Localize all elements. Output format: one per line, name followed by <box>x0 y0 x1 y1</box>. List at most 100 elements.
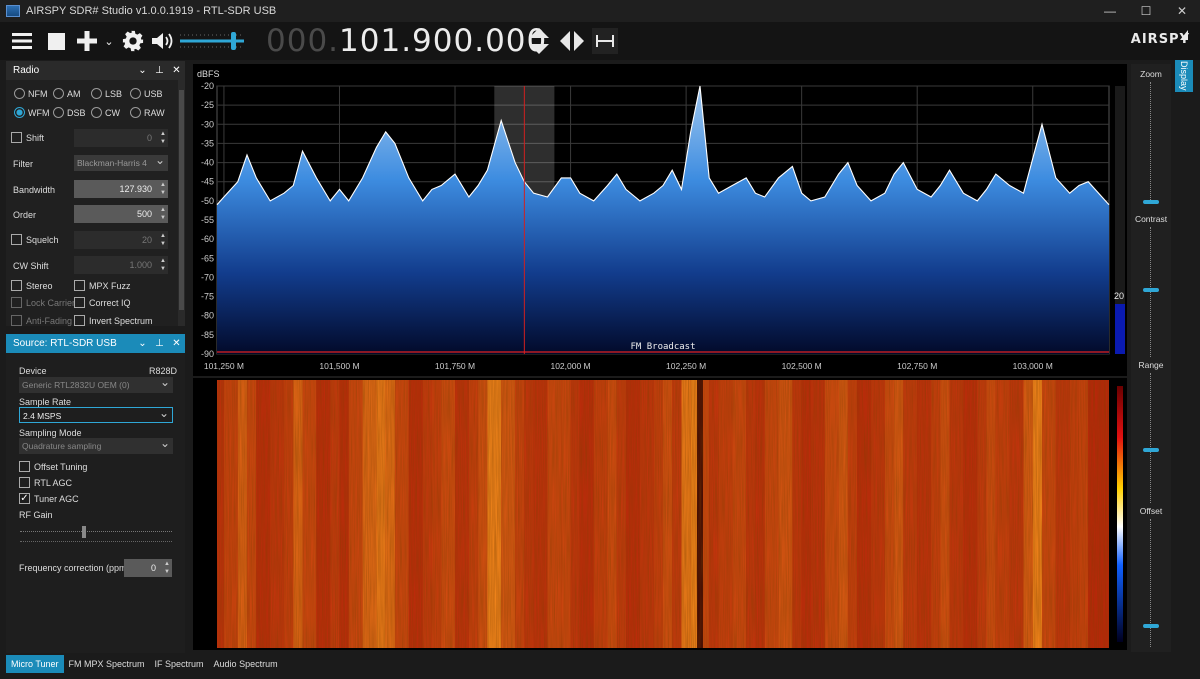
tab-if-spectrum[interactable]: IF Spectrum <box>150 655 209 673</box>
mode-wfm[interactable]: WFM <box>14 107 50 118</box>
rf-gain-label: RF Gain <box>19 510 53 520</box>
pin-icon[interactable]: ⊥ <box>151 338 168 349</box>
y-tick-label: -20 <box>201 81 214 91</box>
x-tick-label: 101,250 M <box>204 361 244 371</box>
y-tick-label: -75 <box>201 292 214 302</box>
volume-slider[interactable] <box>178 22 248 60</box>
x-axis-ticks: 101,250 M 101,500 M 101,750 M 102,000 M 102,… <box>204 361 1053 371</box>
mode-cw[interactable]: CW <box>91 107 120 118</box>
contrast-slider-track[interactable] <box>1150 227 1152 357</box>
radio-panel: NFM AM LSB USB WFM DSB CW RAW Shift 0 Fi… <box>6 80 185 326</box>
x-tick-label: 102,500 M <box>782 361 822 371</box>
zoom-slider-track[interactable] <box>1150 82 1152 202</box>
frequency-digits-inactive[interactable]: 000. <box>266 23 339 59</box>
stereo-checkbox[interactable]: Stereo <box>11 280 53 291</box>
band-plan-label: FM Broadcast <box>630 342 695 352</box>
lock-carrier-checkbox[interactable]: Lock Carrier <box>11 297 75 308</box>
mode-raw[interactable]: RAW <box>130 107 165 118</box>
order-label: Order <box>13 210 37 220</box>
x-tick-label: 102,750 M <box>897 361 937 371</box>
frequency-step-updown-icon[interactable] <box>528 27 550 55</box>
contrast-slider-thumb[interactable] <box>1143 288 1159 292</box>
display-controls: Zoom Contrast Range Offset <box>1131 64 1171 652</box>
freq-correction-label: Frequency correction (ppm) <box>19 563 130 573</box>
squelch-checkbox[interactable]: Squelch <box>11 234 59 245</box>
rtl-agc-checkbox[interactable]: RTL AGC <box>19 477 72 488</box>
freq-correction-input[interactable]: 0 <box>124 559 172 577</box>
device-label: Device <box>19 366 47 376</box>
waterfall-display[interactable] <box>193 378 1127 650</box>
pin-icon[interactable]: ⊥ <box>151 65 168 76</box>
chevron-down-icon[interactable]: ⌄ <box>134 338 151 349</box>
shift-input[interactable]: 0 <box>74 129 168 147</box>
stop-button[interactable] <box>40 22 72 60</box>
tab-fm-mpx-spectrum[interactable]: FM MPX Spectrum <box>64 655 150 673</box>
plus-icon <box>77 31 97 51</box>
maximize-button[interactable]: ☐ <box>1128 0 1164 22</box>
anti-fading-checkbox[interactable]: Anti-Fading <box>11 315 72 326</box>
shift-checkbox[interactable]: Shift <box>11 132 44 143</box>
bandwidth-input[interactable]: 127.930 <box>74 180 168 198</box>
frequency-display[interactable]: 000. 101.900.000 <box>266 22 547 60</box>
y-tick-label: -50 <box>201 196 214 206</box>
add-dropdown-button[interactable]: ⌄ <box>102 22 116 60</box>
range-label: Range <box>1138 360 1164 370</box>
y-tick-label: -25 <box>201 100 214 110</box>
tab-audio-spectrum[interactable]: Audio Spectrum <box>209 655 283 673</box>
x-tick-label: 102,000 M <box>550 361 590 371</box>
tab-micro-tuner[interactable]: Micro Tuner <box>6 655 64 673</box>
offset-label: Offset <box>1139 506 1163 516</box>
chevron-down-icon[interactable]: ⌄ <box>134 65 151 76</box>
mode-dsb[interactable]: DSB <box>53 107 86 118</box>
chevron-down-icon: ⌄ <box>104 35 114 48</box>
mode-am[interactable]: AM <box>53 88 81 99</box>
tuning-mode-leftright-icon[interactable] <box>559 30 585 52</box>
mpx-fuzz-checkbox[interactable]: MPX Fuzz <box>74 280 131 291</box>
menu-button[interactable] <box>4 22 40 60</box>
offset-tuning-checkbox[interactable]: Offset Tuning <box>19 461 87 472</box>
close-icon[interactable]: ✕ <box>168 338 185 349</box>
radio-panel-header: Radio ⌄ ⊥ ✕ <box>6 61 185 80</box>
spectrum-analyzer[interactable]: dBFS -20 -25 -30 -35 -40 -45 -50 -55 -60 -65 -70 -7… <box>193 64 1127 376</box>
window-title: AIRSPY SDR# Studio v1.0.0.1919 - RTL-SDR… <box>26 5 277 17</box>
minimize-button[interactable]: — <box>1092 0 1128 22</box>
filter-select[interactable]: Blackman-Harris 4 <box>74 152 168 171</box>
rf-gain-slider[interactable] <box>20 526 172 539</box>
mute-button[interactable] <box>150 22 176 60</box>
x-tick-label: 102,250 M <box>666 361 706 371</box>
sample-rate-label: Sample Rate <box>19 397 72 407</box>
y-axis-ticks: -20 -25 -30 -35 -40 -45 -50 -55 -60 -65 -70 -75 -80 -… <box>201 81 214 359</box>
zoom-slider-thumb[interactable] <box>1143 200 1159 204</box>
frequency-digits-active[interactable]: 101.900.000 <box>339 23 547 59</box>
range-slider-track[interactable] <box>1150 373 1152 503</box>
correct-iq-checkbox[interactable]: Correct IQ <box>74 297 131 308</box>
radio-panel-scrollbar[interactable] <box>178 80 185 326</box>
sampling-mode-select[interactable]: Quadrature sampling <box>19 435 173 454</box>
settings-button[interactable] <box>116 22 150 60</box>
add-button[interactable] <box>72 22 102 60</box>
mode-lsb[interactable]: LSB <box>91 88 122 99</box>
close-window-button[interactable]: ✕ <box>1164 0 1200 22</box>
tab-display[interactable]: Display <box>1175 60 1193 92</box>
sample-rate-select[interactable]: 2.4 MSPS <box>19 405 173 423</box>
gear-icon <box>122 30 144 52</box>
y-tick-label: -30 <box>201 119 214 129</box>
range-slider-thumb[interactable] <box>1143 448 1159 452</box>
logo-mark-icon <box>1180 30 1188 40</box>
invert-spectrum-checkbox[interactable]: Invert Spectrum <box>74 315 153 326</box>
device-select[interactable]: Generic RTL2832U OEM (0) <box>19 374 173 393</box>
y-tick-label: -65 <box>201 253 214 263</box>
mode-usb[interactable]: USB <box>130 88 163 99</box>
offset-slider-thumb[interactable] <box>1143 624 1159 628</box>
app-icon <box>6 5 20 17</box>
waterfall-noise <box>217 380 1109 648</box>
order-input[interactable]: 500 <box>74 205 168 223</box>
mode-nfm[interactable]: NFM <box>14 88 48 99</box>
close-icon[interactable]: ✕ <box>168 65 185 76</box>
cwshift-input[interactable]: 1.000 <box>74 256 168 274</box>
squelch-input[interactable]: 20 <box>74 231 168 249</box>
span-icon[interactable] <box>592 28 618 54</box>
y-tick-label: -45 <box>201 177 214 187</box>
tuner-agc-checkbox[interactable]: ✓ Tuner AGC <box>19 493 79 504</box>
y-tick-label: -55 <box>201 215 214 225</box>
